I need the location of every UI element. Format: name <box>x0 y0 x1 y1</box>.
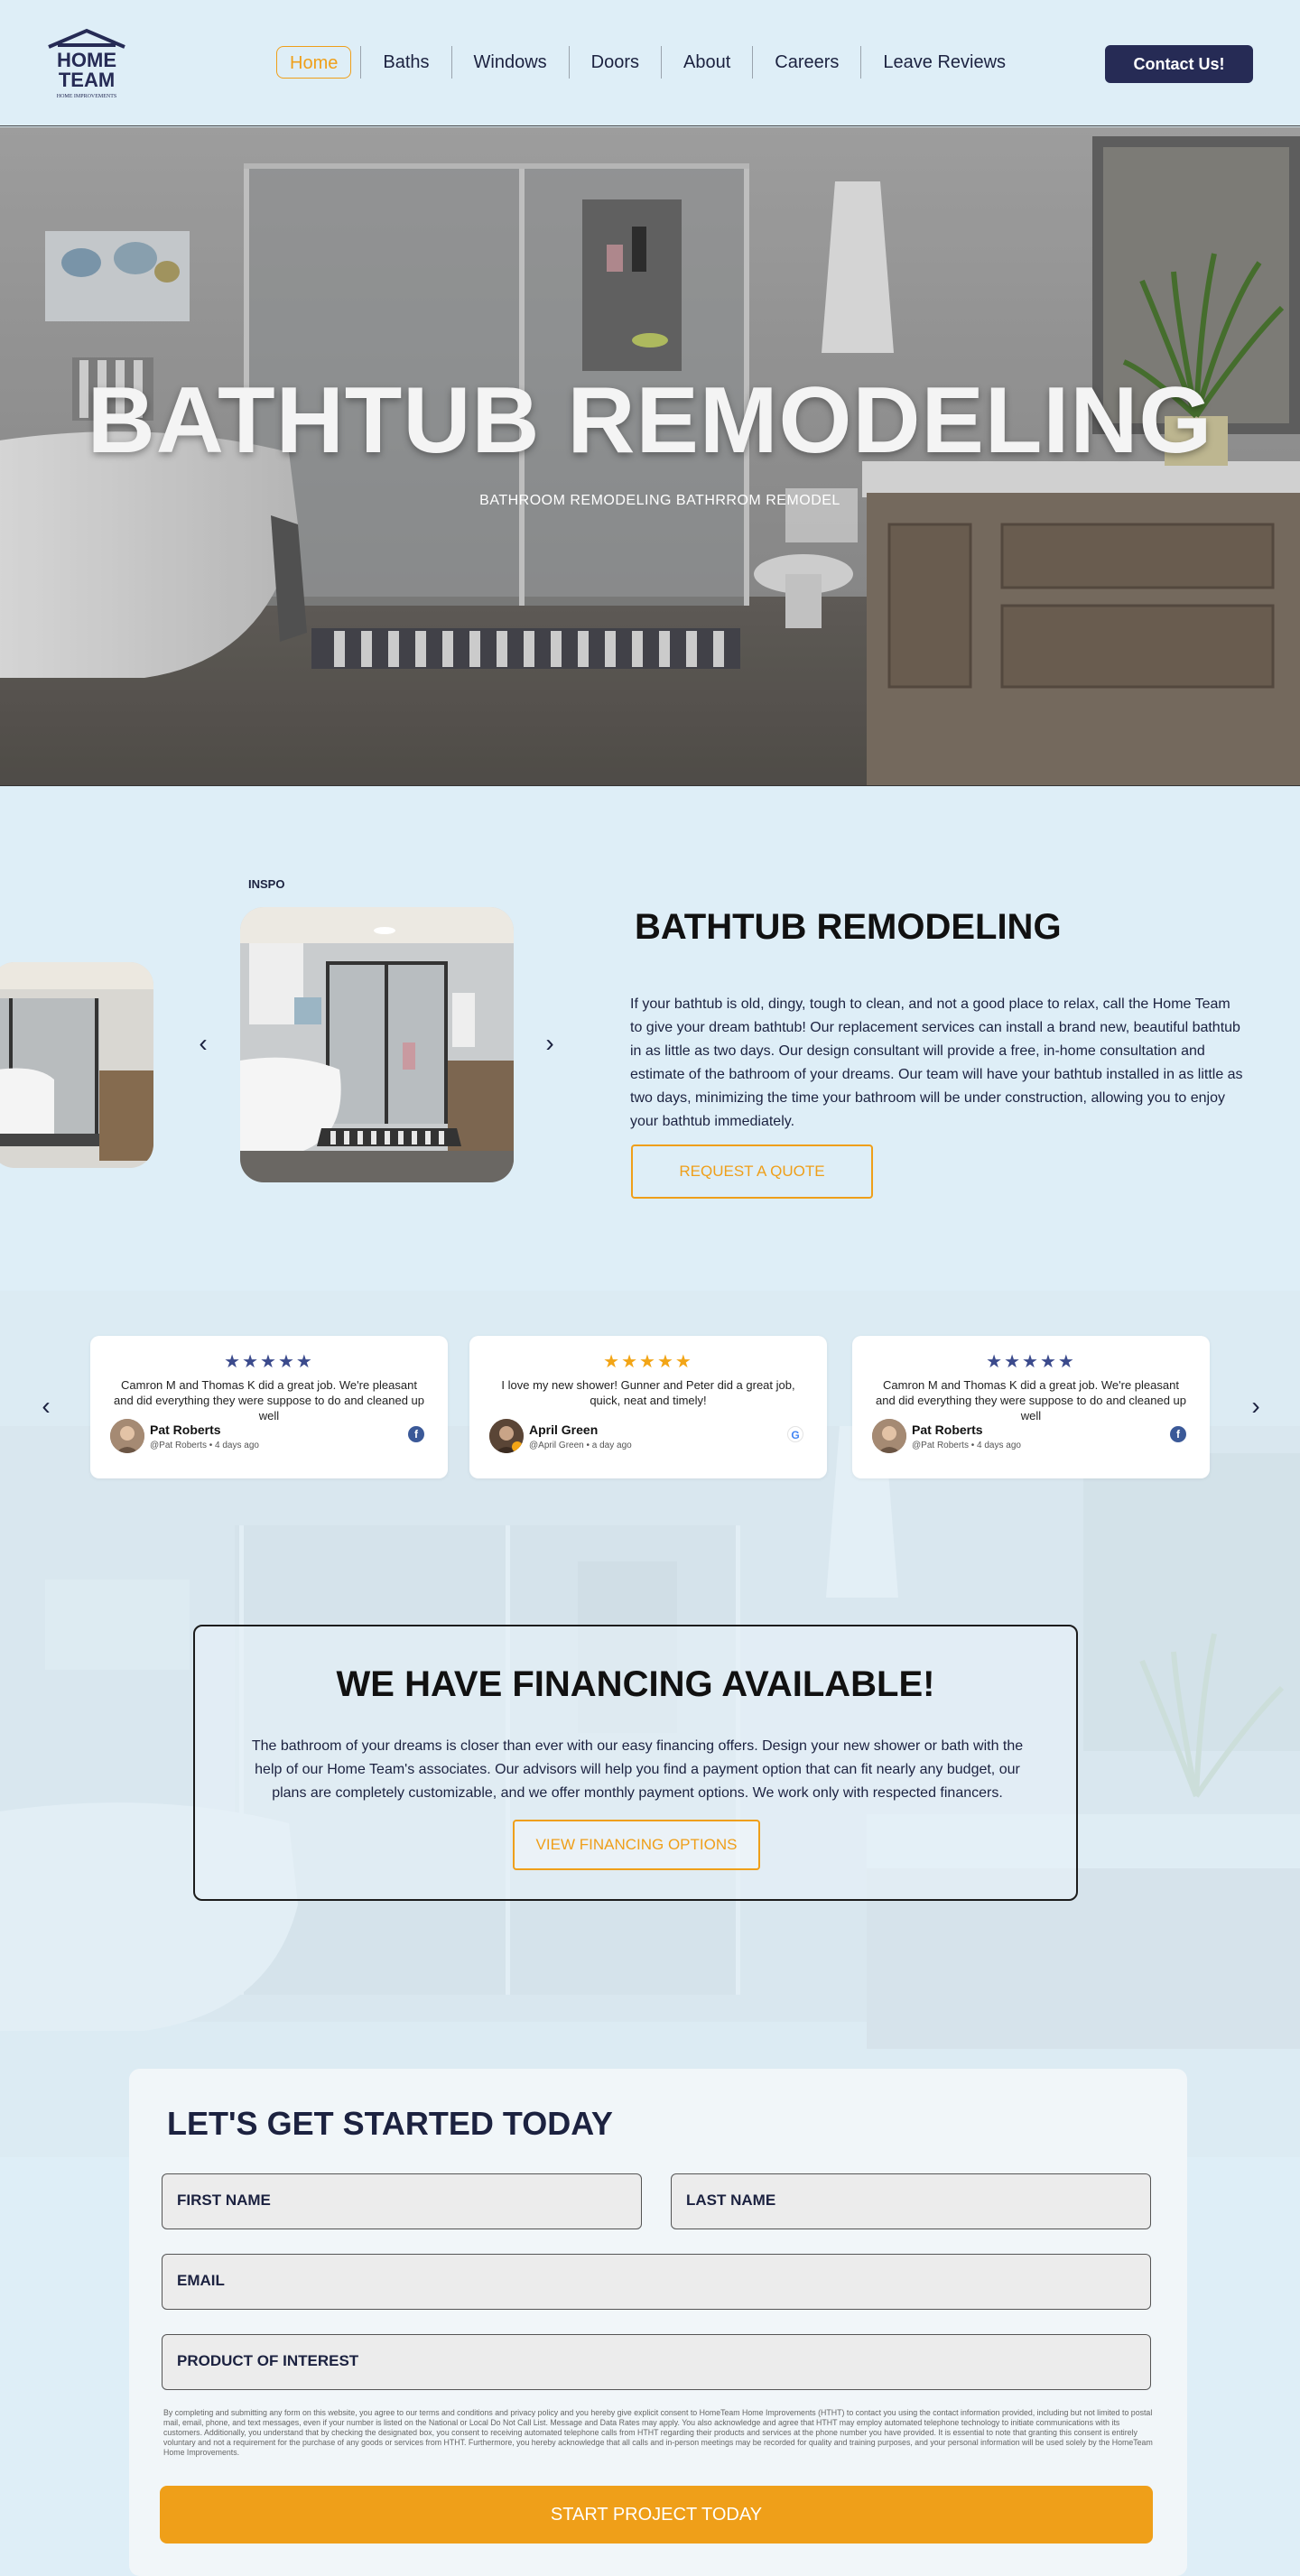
review-text: Camron M and Thomas K did a great job. W… <box>875 1378 1187 1422</box>
hero-title: BATHTUB REMODELING <box>87 368 1213 473</box>
consent-disclaimer: By completing and submitting any form on… <box>163 2408 1153 2457</box>
gallery-label: INSPO <box>248 877 285 891</box>
reviewer-avatar <box>110 1419 144 1453</box>
review-meta: @April Green • a day ago <box>529 1441 632 1450</box>
financing-panel: WE HAVE FINANCING AVAILABLE! The bathroo… <box>193 1625 1078 1901</box>
email-field[interactable]: EMAIL <box>162 2254 1151 2310</box>
gallery-prev-arrow[interactable]: ‹ <box>190 1025 217 1061</box>
review-card: ★★★★★ Camron M and Thomas K did a great … <box>852 1336 1210 1478</box>
review-card: ★★★★★ Camron M and Thomas K did a great … <box>90 1336 448 1478</box>
first-name-field[interactable]: FIRST NAME <box>162 2173 642 2229</box>
review-meta: @Pat Roberts • 4 days ago <box>150 1441 259 1450</box>
gallery-image-current[interactable] <box>240 907 514 1182</box>
gallery-next-arrow[interactable]: › <box>536 1025 563 1061</box>
svg-text:TEAM: TEAM <box>59 69 115 91</box>
svg-text:HOME IMPROVEMENTS: HOME IMPROVEMENTS <box>57 94 117 99</box>
nav-doors[interactable]: Doors <box>568 46 661 79</box>
last-name-field[interactable]: LAST NAME <box>671 2173 1151 2229</box>
nav-leave-reviews[interactable]: Leave Reviews <box>860 46 1027 79</box>
product-of-interest-field[interactable]: PRODUCT OF INTEREST <box>162 2334 1151 2390</box>
main-nav: Home Baths Windows Doors About Careers L… <box>276 43 1027 81</box>
lead-form: LET'S GET STARTED TODAY FIRST NAME LAST … <box>129 2069 1187 2576</box>
intro-title: BATHTUB REMODELING <box>635 907 1062 947</box>
site-header: HOME TEAM HOME IMPROVEMENTS Home Baths W… <box>0 0 1300 126</box>
nav-home[interactable]: Home <box>276 46 352 79</box>
reviewer-avatar <box>872 1419 906 1453</box>
review-text: Camron M and Thomas K did a great job. W… <box>113 1378 425 1422</box>
facebook-icon[interactable]: f <box>1170 1426 1186 1442</box>
form-title: LET'S GET STARTED TODAY <box>167 2105 613 2142</box>
nav-about[interactable]: About <box>661 46 752 79</box>
hero-banner: BATHTUB REMODELING BATHROOM REMODELING B… <box>0 127 1300 786</box>
facebook-icon[interactable]: f <box>408 1426 424 1442</box>
contact-us-button[interactable]: Contact Us! <box>1105 45 1253 83</box>
reviews-next-arrow[interactable]: › <box>1242 1388 1269 1424</box>
request-quote-button[interactable]: REQUEST A QUOTE <box>631 1144 873 1199</box>
reviewer-name: April Green <box>529 1422 599 1437</box>
google-icon[interactable]: G <box>787 1426 803 1442</box>
intro-body: If your bathtub is old, dingy, tough to … <box>630 996 1243 1129</box>
hero-subtitle: BATHROOM REMODELING BATHRROM REMODEL <box>479 493 840 508</box>
financing-title: WE HAVE FINANCING AVAILABLE! <box>336 1664 935 1704</box>
nav-baths[interactable]: Baths <box>360 46 450 79</box>
reviews-prev-arrow[interactable]: ‹ <box>32 1388 60 1424</box>
view-financing-button[interactable]: VIEW FINANCING OPTIONS <box>513 1820 760 1870</box>
nav-windows[interactable]: Windows <box>450 46 569 79</box>
rating-stars: ★★★★★ <box>224 1352 314 1372</box>
reviewer-name: Pat Roberts <box>912 1422 983 1437</box>
reviewer-avatar <box>489 1419 524 1453</box>
start-project-button[interactable]: START PROJECT TODAY <box>160 2486 1153 2544</box>
financing-body: The bathroom of your dreams is closer th… <box>251 1738 1024 1801</box>
nav-careers[interactable]: Careers <box>752 46 860 79</box>
gallery-image-previous[interactable] <box>0 962 153 1168</box>
rating-stars: ★★★★★ <box>986 1352 1076 1372</box>
review-card: ★★★★★ I love my new shower! Gunner and P… <box>469 1336 827 1478</box>
review-meta: @Pat Roberts • 4 days ago <box>912 1441 1021 1450</box>
home-team-logo[interactable]: HOME TEAM HOME IMPROVEMENTS <box>45 27 128 101</box>
reviewer-name: Pat Roberts <box>150 1422 221 1437</box>
review-text: I love my new shower! Gunner and Peter d… <box>501 1378 795 1407</box>
rating-stars: ★★★★★ <box>603 1352 693 1372</box>
